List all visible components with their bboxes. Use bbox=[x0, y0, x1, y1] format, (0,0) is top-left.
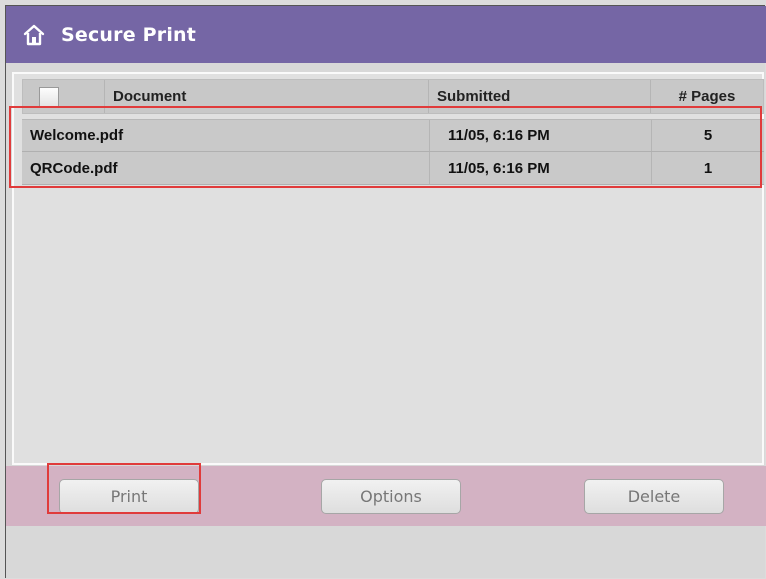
column-header-submitted[interactable]: Submitted bbox=[429, 80, 651, 113]
column-header-document[interactable]: Document bbox=[105, 80, 429, 113]
submitted-time: 11/05, 6:16 PM bbox=[430, 120, 652, 151]
document-list-panel: Document Submitted # Pages Welcome.pdf 1… bbox=[12, 72, 764, 465]
submitted-time: 11/05, 6:16 PM bbox=[430, 152, 652, 184]
home-icon[interactable] bbox=[22, 23, 46, 47]
page-title: Secure Print bbox=[61, 23, 197, 46]
page-count: 5 bbox=[703, 127, 713, 144]
title-bar: Secure Print bbox=[6, 6, 766, 63]
delete-button[interactable]: Delete bbox=[584, 479, 724, 514]
table-header: Document Submitted # Pages bbox=[22, 79, 764, 114]
table-row[interactable]: QRCode.pdf 11/05, 6:16 PM 1 bbox=[22, 152, 764, 185]
table-row[interactable]: Welcome.pdf 11/05, 6:16 PM 5 bbox=[22, 119, 764, 152]
print-button[interactable]: Print bbox=[59, 479, 199, 514]
options-button[interactable]: Options bbox=[321, 479, 461, 514]
page-count: 1 bbox=[703, 159, 713, 177]
select-all-cell bbox=[23, 80, 105, 113]
document-name: Welcome.pdf bbox=[22, 120, 430, 151]
select-all-checkbox[interactable] bbox=[38, 86, 59, 107]
document-rows: Welcome.pdf 11/05, 6:16 PM 5 QRCode.pdf … bbox=[22, 119, 764, 185]
action-bar: Print Options Delete bbox=[6, 466, 766, 526]
secure-print-window: Secure Print Document Submitted # Pages … bbox=[5, 5, 766, 578]
column-header-pages[interactable]: # Pages bbox=[651, 80, 763, 113]
document-name: QRCode.pdf bbox=[22, 152, 430, 184]
